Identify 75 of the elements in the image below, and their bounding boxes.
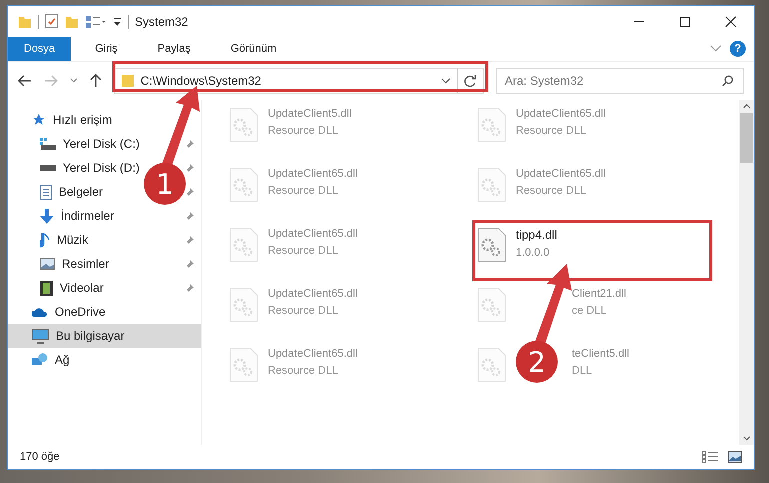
search-field[interactable]: Ara: System32 (496, 68, 744, 94)
file-name[interactable]: tipp4.dll (516, 228, 558, 242)
number-badge: 1 (144, 163, 186, 205)
sidebar-item[interactable]: Resimler (40, 254, 112, 274)
maximize-icon[interactable] (679, 16, 691, 28)
drive-icon (40, 138, 56, 150)
dropdown-icon[interactable] (113, 16, 122, 26)
sidebar-item[interactable]: Bu bilgisayar (8, 324, 201, 348)
scrollbar[interactable] (739, 100, 754, 445)
drive-icon (40, 165, 56, 171)
address-path: C:\Windows\System32 (140, 74, 262, 88)
pin-icon[interactable] (185, 259, 195, 269)
item-count: 170 öğe (20, 451, 60, 463)
dll-file-icon[interactable] (478, 228, 506, 262)
ribbon-tab[interactable]: Paylaş (142, 37, 207, 61)
film-icon (40, 280, 53, 296)
file-description: Resource DLL (268, 305, 340, 317)
file-description: DLL (572, 365, 594, 377)
help-button[interactable]: ? (730, 41, 746, 57)
file-description: Resource DLL (516, 125, 588, 137)
computer-icon (32, 328, 49, 344)
number-badge: 2 (516, 341, 558, 383)
file-description: Resource DLL (268, 365, 340, 377)
pin-icon[interactable] (185, 211, 195, 221)
file-description: Resource DLL (516, 185, 588, 197)
ribbon-tab[interactable]: Görünüm (214, 37, 293, 61)
sidebar-item[interactable]: Yerel Disk (D:) (40, 158, 142, 178)
file-description: Resource DLL (268, 125, 340, 137)
scroll-thumb[interactable] (740, 113, 753, 163)
download-arrow-icon (40, 208, 54, 224)
file-description: Resource DLL (268, 185, 340, 197)
scroll-up-icon[interactable] (742, 104, 750, 109)
ribbon-tab[interactable]: Dosya (8, 37, 72, 61)
scroll-down-icon[interactable] (742, 436, 750, 441)
details-view-icon[interactable] (702, 451, 718, 463)
file-description: ce DLL (572, 305, 608, 317)
picture-icon (40, 258, 55, 270)
refresh-icon[interactable] (464, 74, 477, 88)
folder-icon[interactable] (18, 14, 32, 28)
sidebar-item[interactable]: Belgeler (40, 182, 106, 202)
pin-icon[interactable] (185, 139, 195, 149)
cloud-icon (32, 307, 48, 317)
up-arrow-icon[interactable] (90, 74, 102, 88)
pin-icon[interactable] (185, 283, 195, 293)
music-note-icon (40, 232, 50, 248)
sidebar-item[interactable]: Yerel Disk (C:) (40, 134, 142, 154)
folder-icon (120, 74, 135, 88)
pin-icon[interactable] (185, 235, 195, 245)
sidebar-item[interactable]: Videolar (40, 278, 106, 298)
caret-icon[interactable] (441, 78, 451, 84)
star-icon (32, 113, 46, 127)
sidebar-item[interactable]: Ağ (8, 348, 201, 372)
sidebar-item[interactable]: OneDrive (8, 300, 201, 324)
large-icons-view-icon[interactable] (728, 451, 742, 463)
file-description: 1.0.0.0 (516, 247, 551, 259)
pin-icon[interactable] (185, 187, 195, 197)
ribbon-tab[interactable]: Giriş (79, 37, 134, 61)
back-arrow-icon[interactable] (18, 75, 32, 87)
sidebar-item[interactable]: İndirmeler (40, 206, 116, 226)
sidebar-item[interactable]: Hızlı erişim (8, 108, 201, 132)
expand-ribbon-icon[interactable] (710, 45, 722, 53)
document-icon (40, 184, 52, 200)
close-icon[interactable] (725, 16, 737, 28)
network-icon (32, 353, 48, 367)
pin-icon[interactable] (185, 163, 195, 173)
recent-caret-icon[interactable] (70, 78, 78, 84)
search-icon (722, 75, 734, 87)
address-bar[interactable]: C:\Windows\System32 (114, 68, 484, 94)
new-folder-icon[interactable] (65, 14, 79, 28)
window-title: System32 (135, 14, 188, 28)
properties-icon[interactable] (45, 14, 59, 29)
view-options-icon[interactable] (85, 14, 107, 28)
file-description: Resource DLL (268, 245, 340, 257)
forward-arrow-icon[interactable] (44, 75, 58, 87)
sidebar-item[interactable]: Müzik (40, 230, 90, 250)
